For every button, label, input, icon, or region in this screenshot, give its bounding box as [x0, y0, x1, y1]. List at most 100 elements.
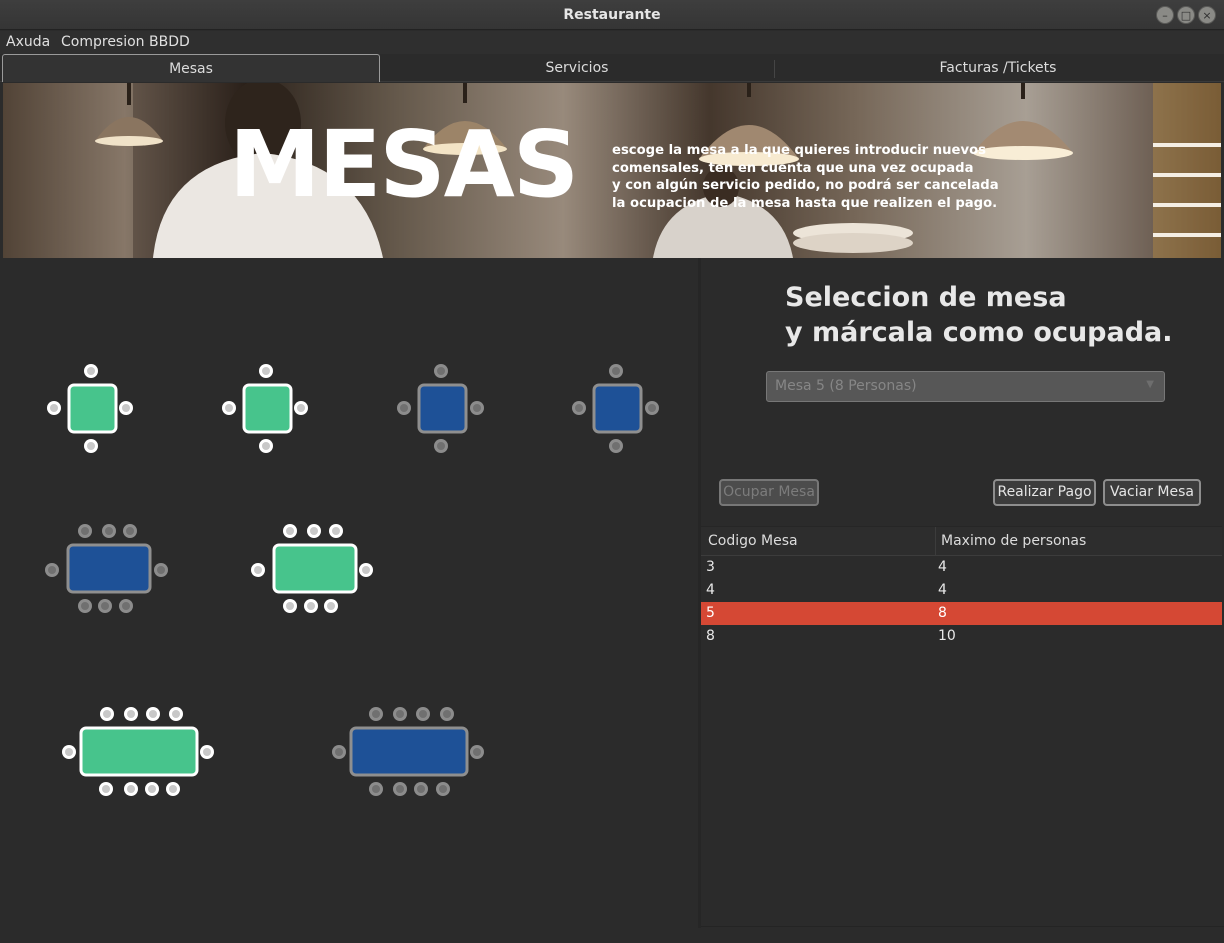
seat-center — [286, 602, 294, 610]
seat-center — [362, 566, 370, 574]
floor-table-8[interactable] — [332, 707, 484, 796]
table-top[interactable] — [349, 726, 469, 777]
ocupar-mesa-button[interactable]: Ocupar Mesa — [719, 479, 819, 506]
tab-mesas[interactable]: Mesas — [2, 54, 380, 82]
seat-center — [81, 527, 89, 535]
table-row[interactable]: 3 4 — [701, 556, 1222, 579]
seat-center — [65, 748, 73, 756]
mesas-table: Codigo Mesa Maximo de personas 3 4 4 4 5… — [701, 526, 1222, 928]
seat-center — [254, 566, 262, 574]
table-top[interactable] — [67, 383, 118, 434]
seat-center — [87, 367, 95, 375]
floor-table-7[interactable] — [62, 707, 214, 796]
table-top[interactable] — [592, 383, 643, 434]
seat-center — [203, 748, 211, 756]
banner-title: MESAS — [229, 111, 579, 218]
seat-center — [443, 710, 451, 718]
menu-axuda[interactable]: Axuda — [6, 34, 50, 50]
table-top[interactable] — [66, 543, 152, 594]
table-top[interactable] — [272, 543, 358, 594]
panel-heading-line1: Seleccion de mesa — [785, 282, 1067, 313]
seat-center — [612, 442, 620, 450]
cell-maximo: 4 — [938, 582, 947, 598]
seat-center — [87, 442, 95, 450]
seat-center — [335, 748, 343, 756]
seat-center — [332, 527, 340, 535]
table-top[interactable] — [417, 383, 468, 434]
table-top[interactable] — [79, 726, 199, 777]
seat-center — [307, 602, 315, 610]
table-row-selected[interactable]: 5 8 — [701, 602, 1222, 625]
seat-center — [310, 527, 318, 535]
seat-center — [50, 404, 58, 412]
cell-maximo: 10 — [938, 628, 956, 644]
seat-center — [122, 404, 130, 412]
panel-footer — [701, 926, 1224, 943]
maximize-icon[interactable]: □ — [1177, 6, 1195, 24]
cell-codigo: 4 — [706, 582, 715, 598]
cell-maximo: 4 — [938, 559, 947, 575]
seat-center — [172, 710, 180, 718]
seat-center — [439, 785, 447, 793]
seat-center — [105, 527, 113, 535]
selection-panel: Seleccion de mesa y márcala como ocupada… — [701, 258, 1224, 928]
vaciar-mesa-button[interactable]: Vaciar Mesa — [1103, 479, 1201, 506]
panel-heading: Seleccion de mesa y márcala como ocupada… — [785, 280, 1173, 350]
seat-center — [48, 566, 56, 574]
floor-plan — [0, 258, 698, 943]
banner-line: la ocupacion de la mesa hasta que realiz… — [612, 195, 998, 211]
seat-center — [126, 527, 134, 535]
seat-center — [437, 367, 445, 375]
floor-plan-canvas — [45, 364, 659, 796]
seat-center — [102, 785, 110, 793]
window-titlebar: Restaurante – □ × — [0, 0, 1224, 30]
seat-center — [417, 785, 425, 793]
seat-center — [122, 602, 130, 610]
chevron-down-icon: ▼ — [1146, 379, 1154, 390]
seat-center — [473, 748, 481, 756]
floor-table-2[interactable] — [222, 364, 308, 453]
table-row[interactable]: 4 4 — [701, 579, 1222, 602]
seat-center — [327, 602, 335, 610]
cell-codigo: 3 — [706, 559, 715, 575]
floor-table-5[interactable] — [45, 524, 168, 613]
realizar-pago-button[interactable]: Realizar Pago — [993, 479, 1096, 506]
cell-codigo: 5 — [706, 605, 715, 621]
seat-center — [648, 404, 656, 412]
seat-center — [437, 442, 445, 450]
seat-center — [262, 367, 270, 375]
menu-compresion-bbdd[interactable]: Compresion BBDD — [61, 34, 190, 50]
seat-center — [157, 566, 165, 574]
column-header-maximo[interactable]: Maximo de personas — [941, 533, 1086, 549]
cell-maximo: 8 — [938, 605, 947, 621]
panel-heading-line2: y márcala como ocupada. — [785, 317, 1173, 348]
seat-center — [103, 710, 111, 718]
banner-line: comensales, ten en cuenta que una vez oc… — [612, 160, 974, 176]
tab-servicios[interactable]: Servicios — [380, 54, 774, 82]
seat-center — [396, 710, 404, 718]
column-separator — [935, 527, 936, 556]
seat-center — [149, 710, 157, 718]
floor-table-3[interactable] — [397, 364, 484, 453]
seat-center — [372, 785, 380, 793]
banner-line: y con algún servicio pedido, no podrá se… — [612, 178, 999, 193]
seat-center — [286, 527, 294, 535]
table-row[interactable]: 8 10 — [701, 625, 1222, 648]
seat-center — [127, 710, 135, 718]
banner-image: MESAS escoge la mesa a la que quieres in… — [3, 83, 1221, 258]
table-top[interactable] — [242, 383, 293, 434]
seat-center — [396, 785, 404, 793]
minimize-icon[interactable]: – — [1156, 6, 1174, 24]
floor-table-6[interactable] — [251, 524, 373, 613]
tab-bar: Mesas Servicios Facturas /Tickets — [0, 54, 1224, 82]
floor-table-1[interactable] — [47, 364, 133, 453]
column-header-codigo[interactable]: Codigo Mesa — [708, 533, 798, 549]
tab-facturas-tickets[interactable]: Facturas /Tickets — [775, 54, 1221, 82]
seat-center — [372, 710, 380, 718]
seat-center — [400, 404, 408, 412]
seat-center — [262, 442, 270, 450]
seat-center — [169, 785, 177, 793]
floor-table-4[interactable] — [572, 364, 659, 453]
close-icon[interactable]: × — [1198, 6, 1216, 24]
mesa-select[interactable]: Mesa 5 (8 Personas) ▼ — [766, 371, 1165, 402]
